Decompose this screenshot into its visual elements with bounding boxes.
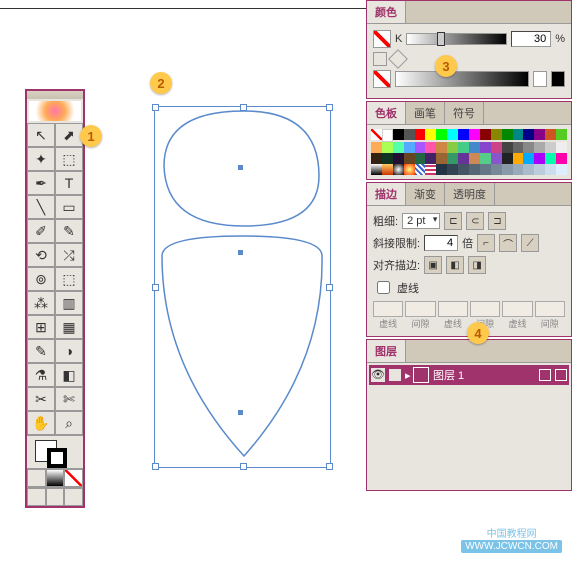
- rotate-tool[interactable]: ⟲: [27, 243, 55, 267]
- cap-round-icon[interactable]: ⊂: [466, 212, 484, 230]
- toolbox-logo: [29, 101, 81, 121]
- eyedropper-tool[interactable]: ✎: [27, 339, 55, 363]
- cube-icon[interactable]: [373, 52, 387, 66]
- align-outside-icon[interactable]: ◨: [468, 256, 486, 274]
- rectangle-tool[interactable]: ▭: [55, 195, 83, 219]
- layer-color-icon: [413, 367, 429, 383]
- gradient-tool[interactable]: ▦: [55, 315, 83, 339]
- zoom-tool[interactable]: ⌕: [55, 411, 83, 435]
- swatches-tab[interactable]: 色板: [367, 102, 406, 124]
- channel-label: K: [395, 33, 402, 45]
- screen-mode-full[interactable]: [64, 488, 83, 506]
- symbols-tab[interactable]: 符号: [445, 102, 484, 124]
- badge-3: 3: [435, 55, 457, 77]
- paintbrush-tool[interactable]: ✐: [27, 219, 55, 243]
- warp-tool[interactable]: ⊚: [27, 267, 55, 291]
- color-panel: 颜色 K %: [366, 0, 572, 99]
- stroke-panel: 描边 渐变 透明度 粗细: 2 pt ⊏ ⊂ ⊐ 斜接限制: 倍 ⌐ ⌒ ⟋ 对…: [366, 182, 572, 337]
- live-paint-select-tool[interactable]: ◧: [55, 363, 83, 387]
- black-swatch[interactable]: [551, 71, 565, 87]
- type-tool[interactable]: T: [55, 171, 83, 195]
- fill-proxy-icon[interactable]: [373, 30, 391, 48]
- join-round-icon[interactable]: ⌒: [499, 234, 517, 252]
- swatch-grid[interactable]: [371, 129, 567, 175]
- canvas[interactable]: [110, 20, 370, 550]
- percent-label: %: [555, 33, 565, 45]
- web-safe-icon[interactable]: [388, 49, 408, 69]
- join-bevel-icon[interactable]: ⟋: [521, 234, 539, 252]
- symbol-sprayer-tool[interactable]: ⁂: [27, 291, 55, 315]
- spectrum-bar[interactable]: [395, 71, 529, 87]
- mesh-tool[interactable]: ⊞: [27, 315, 55, 339]
- selection-tool[interactable]: ↖: [27, 123, 55, 147]
- dashed-label: 虚线: [397, 280, 419, 296]
- stroke-swatch[interactable]: [47, 448, 67, 468]
- gradient-tab[interactable]: 渐变: [406, 183, 445, 205]
- color-tab[interactable]: 颜色: [367, 1, 406, 23]
- gradient-mode[interactable]: [46, 469, 65, 487]
- select-indicator-icon: [555, 369, 567, 381]
- dash-inputs[interactable]: [373, 301, 565, 317]
- align-inside-icon[interactable]: ◧: [446, 256, 464, 274]
- layer-row[interactable]: 👁 ▸ 图层 1: [369, 365, 569, 385]
- none-swatch[interactable]: [373, 70, 391, 88]
- none-mode[interactable]: [64, 469, 83, 487]
- layers-tab[interactable]: 图层: [367, 340, 406, 362]
- align-label: 对齐描边:: [373, 257, 420, 273]
- swatches-panel: 色板 画笔 符号: [366, 101, 572, 180]
- brushes-tab[interactable]: 画笔: [406, 102, 445, 124]
- slice-tool[interactable]: ✂: [27, 387, 55, 411]
- badge-4: 4: [467, 322, 489, 344]
- miter-label: 斜接限制:: [373, 235, 420, 251]
- color-mode[interactable]: [27, 469, 46, 487]
- lasso-tool[interactable]: ⬚: [55, 147, 83, 171]
- badge-2: 2: [150, 72, 172, 94]
- blend-tool[interactable]: ◑: [55, 339, 83, 363]
- line-tool[interactable]: ╲: [27, 195, 55, 219]
- weight-dropdown[interactable]: 2 pt: [402, 213, 440, 229]
- screen-mode-normal[interactable]: [27, 488, 46, 506]
- cap-square-icon[interactable]: ⊐: [488, 212, 506, 230]
- direct-select-tool[interactable]: ⬈: [55, 123, 83, 147]
- weight-label: 粗细:: [373, 213, 398, 229]
- hand-tool[interactable]: ✋: [27, 411, 55, 435]
- layers-panel: 图层 👁 ▸ 图层 1: [366, 339, 572, 491]
- badge-1: 1: [80, 125, 102, 147]
- pen-tool[interactable]: ✒: [27, 171, 55, 195]
- live-paint-tool[interactable]: ⚗: [27, 363, 55, 387]
- dashed-checkbox[interactable]: [377, 281, 390, 294]
- cap-butt-icon[interactable]: ⊏: [444, 212, 462, 230]
- toolbox: ↖ ⬈ ✦ ⬚ ✒ T ╲ ▭ ✐ ✎ ⟲ ⤮ ⊚ ⬚ ⁂ ▥ ⊞ ▦ ✎ ◑ …: [25, 89, 85, 508]
- visibility-icon[interactable]: 👁: [371, 368, 385, 382]
- pencil-tool[interactable]: ✎: [55, 219, 83, 243]
- layer-name[interactable]: 图层 1: [433, 367, 464, 383]
- reflect-tool[interactable]: ⤮: [55, 243, 83, 267]
- free-transform-tool[interactable]: ⬚: [55, 267, 83, 291]
- k-input[interactable]: [511, 31, 551, 47]
- align-center-icon[interactable]: ▣: [424, 256, 442, 274]
- white-swatch[interactable]: [533, 71, 547, 87]
- transparency-tab[interactable]: 透明度: [445, 183, 495, 205]
- stroke-tab[interactable]: 描边: [367, 183, 406, 205]
- toolbox-grip[interactable]: [27, 91, 83, 99]
- k-slider[interactable]: [406, 33, 507, 45]
- lock-slot[interactable]: [389, 369, 401, 381]
- scissors-tool[interactable]: ✄: [55, 387, 83, 411]
- graph-tool[interactable]: ▥: [55, 291, 83, 315]
- fill-stroke-control[interactable]: [27, 435, 83, 468]
- miter-unit: 倍: [462, 235, 473, 251]
- miter-input[interactable]: [424, 235, 458, 251]
- join-miter-icon[interactable]: ⌐: [477, 234, 495, 252]
- target-icon[interactable]: [539, 369, 551, 381]
- screen-mode-full-menu[interactable]: [46, 488, 65, 506]
- watermark: 中国教程网 WWW.JCWCN.COM: [461, 525, 562, 553]
- magic-wand-tool[interactable]: ✦: [27, 147, 55, 171]
